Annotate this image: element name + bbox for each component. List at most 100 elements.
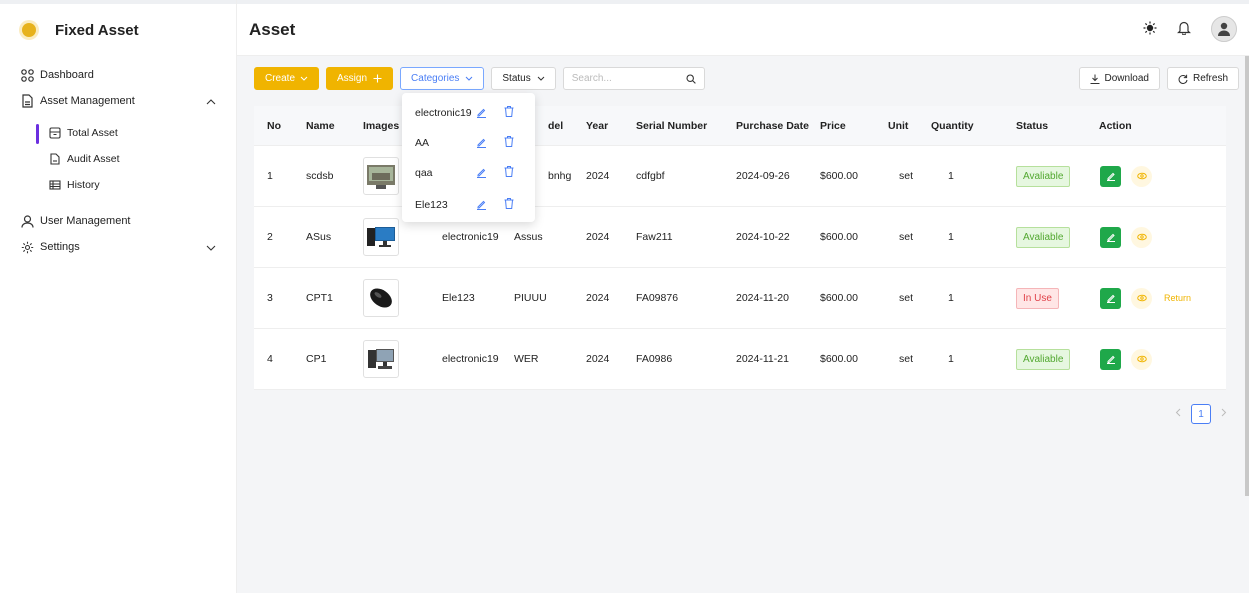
- row-actions: [1100, 226, 1152, 248]
- edit-button[interactable]: [1100, 348, 1121, 370]
- header-icons: [1143, 16, 1237, 42]
- asset-image[interactable]: [363, 157, 399, 195]
- table-row: 3 CPT1 Ele123 PIUUU 2024 FA09876 2024-11…: [254, 268, 1226, 329]
- pencil-icon[interactable]: [476, 107, 487, 121]
- search-icon[interactable]: [686, 73, 696, 84]
- page-number-button[interactable]: 1: [1191, 404, 1211, 424]
- category-option[interactable]: Ele123: [415, 195, 448, 215]
- refresh-button[interactable]: Refresh: [1166, 67, 1239, 90]
- row-price: $600.00: [820, 292, 858, 304]
- category-option-label: qaa: [415, 167, 433, 179]
- edit-button[interactable]: [1100, 226, 1121, 248]
- scrollbar[interactable]: [1245, 56, 1249, 496]
- category-option[interactable]: qaa: [415, 163, 433, 183]
- status-badge: Avaliable: [1016, 226, 1071, 248]
- row-year: 2024: [586, 170, 610, 182]
- sidebar-subitem-label: History: [67, 179, 100, 191]
- row-unit: set: [899, 292, 914, 304]
- sidebar-subitem-label: Audit Asset: [67, 153, 120, 165]
- col-price: Price: [820, 119, 846, 132]
- table-icon: [49, 179, 61, 191]
- row-quantity: 1: [948, 170, 954, 182]
- category-option[interactable]: electronic19: [415, 103, 472, 123]
- theme-toggle-icon[interactable]: [1143, 21, 1157, 38]
- row-model: bnhg: [548, 170, 572, 182]
- sidebar-item-dashboard[interactable]: Dashboard: [0, 62, 236, 88]
- categories-dropdown[interactable]: Categories: [400, 67, 485, 90]
- assign-button[interactable]: Assign: [326, 67, 394, 90]
- asset-image[interactable]: [363, 279, 399, 317]
- view-button[interactable]: [1131, 348, 1152, 370]
- trash-icon[interactable]: [504, 198, 514, 212]
- next-page-icon[interactable]: [1221, 408, 1227, 420]
- search-input[interactable]: Search...: [562, 67, 705, 90]
- pencil-icon: [1106, 233, 1115, 242]
- view-button[interactable]: [1131, 165, 1152, 187]
- eye-icon: [1136, 294, 1147, 302]
- status-dropdown[interactable]: Status: [491, 67, 556, 90]
- download-button[interactable]: Download: [1078, 67, 1160, 90]
- row-serial: Faw211: [636, 231, 673, 243]
- row-name: ASus: [306, 231, 332, 243]
- trash-icon[interactable]: [504, 166, 514, 180]
- return-button[interactable]: Return: [1164, 293, 1191, 303]
- row-date: 2024-10-22: [736, 231, 790, 243]
- bell-icon[interactable]: [1177, 20, 1191, 38]
- row-quantity: 1: [948, 231, 954, 243]
- row-serial: cdfgbf: [636, 170, 665, 182]
- row-name: CP1: [306, 353, 327, 365]
- sidebar-item-label: Asset Management: [40, 95, 135, 107]
- pencil-icon: [1106, 355, 1115, 364]
- sidebar-subitem-history[interactable]: History: [0, 172, 236, 198]
- trash-icon[interactable]: [504, 136, 514, 150]
- category-option[interactable]: AA: [415, 133, 429, 153]
- asset-image[interactable]: [363, 340, 399, 378]
- search-placeholder: Search...: [571, 73, 612, 84]
- table-row: 4 CP1 electronic19 WER 2024 FA0986 2024-…: [254, 329, 1226, 390]
- sidebar-item-settings[interactable]: Settings: [0, 234, 236, 260]
- view-button[interactable]: [1131, 226, 1152, 248]
- create-button[interactable]: Create: [254, 67, 320, 90]
- row-price: $600.00: [820, 353, 858, 365]
- row-unit: set: [899, 353, 914, 365]
- trash-icon[interactable]: [504, 106, 514, 120]
- sidebar-item-user-management[interactable]: User Management: [0, 208, 236, 234]
- row-unit: set: [899, 170, 914, 182]
- view-button[interactable]: [1131, 287, 1152, 309]
- row-no: 4: [267, 353, 273, 365]
- refresh-icon: [1178, 74, 1188, 84]
- status-badge: Avaliable: [1016, 348, 1071, 370]
- row-actions: [1100, 348, 1152, 370]
- chevron-down-icon: [466, 76, 473, 81]
- refresh-label: Refresh: [1192, 73, 1228, 84]
- pencil-icon[interactable]: [476, 137, 487, 151]
- row-model: Assus: [514, 231, 543, 243]
- row-category: electronic19: [442, 231, 499, 243]
- plus-icon: [373, 74, 382, 83]
- pagination: 1: [1175, 404, 1227, 424]
- status-badge: In Use: [1016, 287, 1059, 309]
- chevron-down-icon: [206, 242, 216, 254]
- pencil-icon[interactable]: [476, 199, 487, 213]
- avatar[interactable]: [1211, 16, 1237, 42]
- asset-image[interactable]: [363, 218, 399, 256]
- row-quantity: 1: [948, 292, 954, 304]
- edit-button[interactable]: [1100, 165, 1121, 187]
- sidebar-nav: Dashboard Asset Management Total Asset A…: [0, 56, 236, 260]
- sidebar-item-asset-management[interactable]: Asset Management: [0, 88, 236, 114]
- sidebar-item-label: Dashboard: [40, 69, 94, 81]
- pencil-icon[interactable]: [476, 167, 487, 181]
- row-category: Ele123: [442, 292, 475, 304]
- row-price: $600.00: [820, 231, 858, 243]
- sidebar-subitem-total-asset[interactable]: Total Asset: [0, 120, 236, 146]
- prev-page-icon[interactable]: [1175, 408, 1181, 420]
- row-serial: FA0986: [636, 353, 673, 365]
- sidebar-subitem-audit-asset[interactable]: Audit Asset: [0, 146, 236, 172]
- row-year: 2024: [586, 231, 610, 243]
- edit-button[interactable]: [1100, 287, 1121, 309]
- table-header: No Name Images del Year Serial Number Pu…: [254, 106, 1226, 146]
- col-images: Images: [363, 119, 400, 132]
- pencil-icon: [1106, 172, 1115, 181]
- table-row: 2 ASus electronic19 Assus 2024 Faw211 20…: [254, 207, 1226, 268]
- status-badge: Avaliable: [1016, 165, 1071, 187]
